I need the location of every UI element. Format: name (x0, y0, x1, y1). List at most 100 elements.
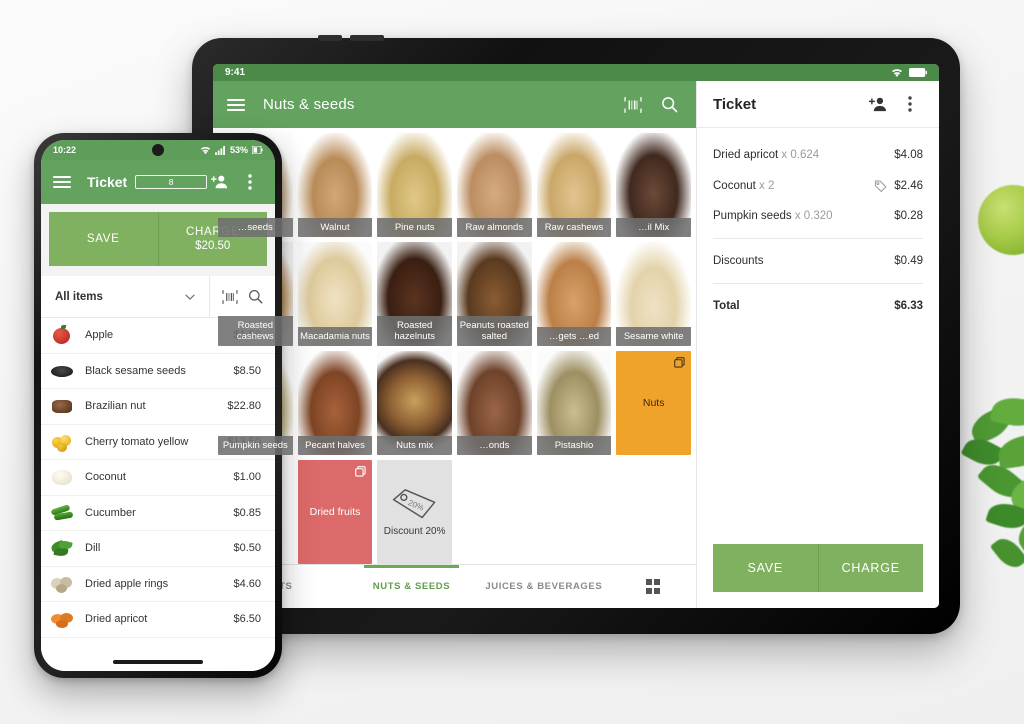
product-tile-label: Pecant halves (297, 436, 373, 455)
more-vertical-icon[interactable] (237, 169, 263, 195)
product-tile[interactable]: Peanuts roasted salted (456, 242, 532, 346)
search-icon[interactable] (656, 92, 682, 118)
phone-app-bar: Ticket 8 (41, 160, 275, 204)
item-price: $0.85 (233, 506, 261, 519)
more-vertical-icon[interactable] (897, 91, 923, 117)
hamburger-menu-icon[interactable] (227, 98, 245, 111)
product-tile-label: Peanuts roasted salted (456, 316, 532, 346)
discount-tag-icon: 20% (390, 488, 440, 522)
discounts-amount: $0.49 (894, 255, 923, 267)
ticket-line-qty: x 0.624 (781, 149, 820, 161)
ticket-line[interactable]: Coconut x 2 $2.46 (713, 170, 923, 201)
total-label: Total (713, 300, 740, 312)
chevron-down-icon (185, 293, 195, 300)
category-tab-bar: …ITS NUTS & SEEDS JUICES & BEVERAGES (213, 564, 696, 608)
product-tile[interactable]: Raw almonds (456, 133, 532, 237)
tab-juices-and-beverages[interactable]: JUICES & BEVERAGES (478, 565, 610, 608)
list-item[interactable]: Coconut $1.00 (41, 460, 275, 496)
ticket-discounts-row[interactable]: Discounts $0.49 (713, 246, 923, 276)
screenshot-root: 9:41 Nuts & seeds …seeds Walnut Pine nut… (0, 0, 1024, 724)
ticket-title: Ticket (713, 95, 757, 113)
product-tile[interactable]: …gets …ed (536, 242, 612, 346)
black-sesame-seeds-thumb (51, 361, 73, 381)
tablet-page-title: Nuts & seeds (263, 96, 355, 113)
tab-label: NUTS & SEEDS (372, 581, 451, 592)
product-tile[interactable]: Pine nuts (377, 133, 452, 237)
item-price: $8.50 (233, 364, 261, 377)
item-name: Cherry tomato yellow (85, 435, 189, 448)
hamburger-menu-icon[interactable] (53, 176, 71, 188)
tablet-app-bar: Nuts & seeds (213, 81, 696, 128)
ticket-line-qty: x 2 (759, 179, 775, 192)
item-category-select[interactable]: All items (41, 276, 209, 317)
discount-tile[interactable]: 20% Discount 20% (377, 460, 452, 564)
product-tile[interactable]: …onds (456, 351, 532, 455)
list-item[interactable]: Cucumber $0.85 (41, 496, 275, 531)
dried-apple-rings-thumb (51, 574, 73, 594)
item-name: Brazilian nut (85, 400, 146, 413)
item-name: Dried apricot (85, 613, 148, 626)
item-price: $4.60 (233, 577, 261, 590)
item-name: Dill (85, 542, 101, 555)
add-person-icon[interactable] (207, 169, 233, 195)
charge-amount: $20.50 (195, 240, 231, 252)
tablet-ticket-pane: Ticket Dried apricot x 0.624 $4.08 Cocon… (696, 81, 939, 608)
list-item[interactable]: Dill $0.50 (41, 531, 275, 567)
ticket-line-name: Pumpkin seeds (713, 210, 792, 222)
category-tile-nuts[interactable]: Nuts (616, 351, 691, 455)
discount-tag-icon (874, 179, 887, 192)
ticket-header: Ticket (697, 81, 939, 128)
product-tile-label: …gets …ed (536, 327, 612, 346)
category-tile-label: Nuts (642, 397, 665, 409)
barcode-scan-icon[interactable] (222, 289, 238, 304)
product-tile[interactable]: Pecant halves (297, 351, 373, 455)
list-item[interactable]: Dried pear $4.80 (41, 638, 275, 649)
barcode-scan-icon[interactable] (620, 92, 646, 118)
ticket-line[interactable]: Pumpkin seeds x 0.320 $0.28 (713, 201, 923, 231)
divider (713, 238, 923, 239)
charge-button[interactable]: CHARGE (817, 544, 923, 592)
product-tile[interactable]: Sesame white (616, 242, 691, 346)
product-tile-label: …il Mix (616, 218, 691, 237)
product-tile-label: Raw almonds (456, 218, 532, 237)
brazilian-nut-thumb (51, 396, 73, 416)
phone-item-list: Apple $1.50 Black sesame seeds $8.50 Bra… (41, 318, 275, 649)
product-tile[interactable]: Walnut (297, 133, 373, 237)
product-tile-label: Macadamia nuts (297, 327, 373, 346)
save-button[interactable]: SAVE (49, 212, 158, 266)
discount-tile-label: Discount 20% (383, 525, 446, 537)
product-tile[interactable]: Nuts mix (377, 351, 452, 455)
list-item[interactable]: Dried apple rings $4.60 (41, 567, 275, 602)
dried-apricot-thumb (51, 609, 73, 629)
product-tile[interactable]: Raw cashews (536, 133, 612, 237)
background-lime (978, 185, 1024, 255)
discounts-label: Discounts (713, 255, 764, 267)
coconut-thumb (51, 467, 73, 487)
item-name: Black sesame seeds (85, 364, 186, 377)
cucumber-thumb (50, 503, 74, 523)
product-tile-label: Pistashio (536, 436, 612, 455)
tab-grid-view[interactable] (610, 565, 696, 608)
search-icon[interactable] (248, 289, 263, 304)
product-tile[interactable]: …il Mix (616, 133, 691, 237)
ticket-line-amount: $0.28 (894, 210, 923, 222)
list-item[interactable]: Black sesame seeds $8.50 (41, 354, 275, 389)
battery-full-icon (909, 68, 927, 77)
tablet-screen: 9:41 Nuts & seeds …seeds Walnut Pine nut… (213, 64, 939, 608)
item-price: $1.00 (233, 471, 261, 484)
list-item[interactable]: Brazilian nut $22.80 (41, 389, 275, 425)
ticket-line[interactable]: Dried apricot x 0.624 $4.08 (713, 140, 923, 170)
product-tile[interactable]: Macadamia nuts (297, 242, 373, 346)
save-button[interactable]: SAVE (713, 544, 818, 592)
item-name: Dried apple rings (85, 577, 169, 590)
product-tile[interactable]: Roasted hazelnuts (377, 242, 452, 346)
tab-nuts-and-seeds[interactable]: NUTS & SEEDS (345, 565, 477, 608)
product-tile-label: Nuts mix (377, 436, 452, 455)
category-tile-dried-fruits[interactable]: Dried fruits (297, 460, 373, 564)
product-tile[interactable]: Pistashio (536, 351, 612, 455)
add-person-icon[interactable] (865, 91, 891, 117)
list-item[interactable]: Dried apricot $6.50 (41, 602, 275, 638)
total-amount: $6.33 (894, 300, 923, 312)
item-price: $6.50 (233, 613, 261, 626)
product-tile-label: Pine nuts (377, 218, 452, 237)
